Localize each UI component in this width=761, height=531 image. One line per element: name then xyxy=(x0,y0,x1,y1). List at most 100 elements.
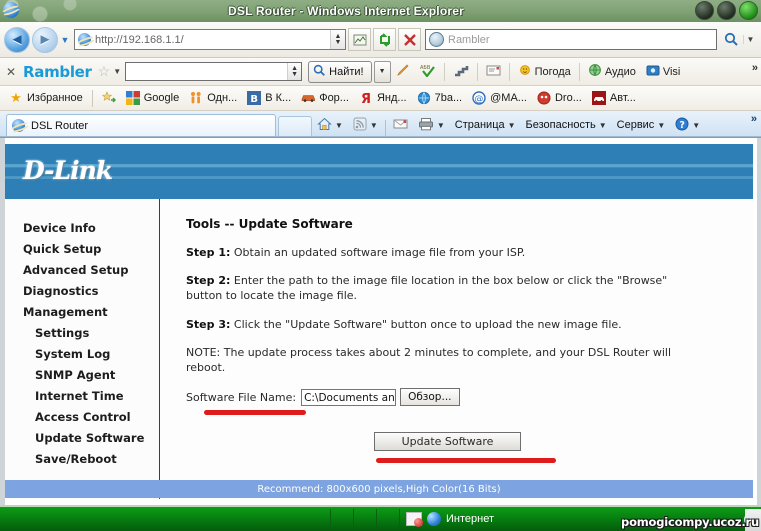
rambler-weather-item[interactable]: Погода xyxy=(513,63,576,80)
rambler-pencil-tool[interactable] xyxy=(391,63,415,80)
search-go-icon[interactable] xyxy=(719,28,743,51)
close-button[interactable] xyxy=(739,1,758,20)
page-viewport: D-Link Device Info Quick Setup Advanced … xyxy=(0,137,761,505)
rambler-stairs-tool[interactable] xyxy=(448,63,474,80)
blocked-content-icon[interactable] xyxy=(406,512,423,527)
sidebar-item-quick-setup[interactable]: Quick Setup xyxy=(5,238,159,259)
favorite-auto[interactable]: Авт... xyxy=(587,91,641,105)
favorite-yandex[interactable]: Я Янд... xyxy=(354,91,412,107)
rambler-find-button[interactable]: Найти! xyxy=(308,60,372,83)
toolbar-close-icon[interactable]: ✕ xyxy=(3,65,19,79)
favorite-google[interactable]: Google xyxy=(121,91,184,105)
compatibility-view-icon[interactable] xyxy=(348,28,371,51)
back-button[interactable]: ◄ xyxy=(4,26,30,53)
rambler-logo: Rambler xyxy=(23,62,92,81)
spellcheck-abv-icon: АБВ xyxy=(420,63,436,80)
maximize-button[interactable] xyxy=(717,1,736,20)
command-feeds[interactable]: ▼ xyxy=(348,114,383,136)
sidebar-item-access-control[interactable]: Access Control xyxy=(5,406,159,427)
zone-label: Интернет xyxy=(446,513,494,525)
tab-label: DSL Router xyxy=(31,119,89,132)
step-3-text: Click the "Update Software" button once … xyxy=(230,317,622,331)
toolbar-divider xyxy=(578,62,580,81)
search-box[interactable]: Rambler xyxy=(425,29,717,50)
command-divider xyxy=(384,120,386,136)
rambler-visi-item[interactable]: Visi xyxy=(641,64,686,80)
favorite-label: В К... xyxy=(265,92,292,104)
sidebar-item-save-reboot[interactable]: Save/Reboot xyxy=(5,448,159,469)
update-software-button[interactable]: Update Software xyxy=(374,432,521,452)
search-provider-caret-icon[interactable]: ▼ xyxy=(743,35,757,44)
add-favorite-button[interactable] xyxy=(97,91,121,105)
forward-button[interactable]: ► xyxy=(32,26,58,53)
browse-button[interactable]: Обзор... xyxy=(400,388,460,407)
address-dropdown-icon[interactable]: ▲ ▼ xyxy=(330,30,345,49)
favorite-7ba[interactable]: 7ba... xyxy=(412,91,468,105)
command-home[interactable]: ▼ xyxy=(312,114,348,136)
minimize-button[interactable] xyxy=(695,1,714,20)
search-input[interactable]: Rambler xyxy=(448,34,716,46)
toolbar-divider xyxy=(443,62,445,81)
rambler-search-spinner-icon[interactable]: ▲ ▼ xyxy=(287,63,302,80)
security-zone[interactable]: Интернет xyxy=(400,512,494,527)
favorites-bar: ★ Избранное Google Одн... B В К... Фор..… xyxy=(0,86,761,111)
status-cell-b xyxy=(354,509,377,529)
favorite-odnoklassniki[interactable]: Одн... xyxy=(184,91,242,105)
address-input[interactable]: http://192.168.1.1/ xyxy=(95,34,330,46)
rambler-note-tool[interactable] xyxy=(481,64,506,80)
command-mail[interactable] xyxy=(388,114,413,136)
sidebar-item-snmp-agent[interactable]: SNMP Agent xyxy=(5,364,159,385)
home-caret-icon[interactable]: ▼ xyxy=(335,121,343,130)
tools-caret-icon[interactable]: ▼ xyxy=(657,121,665,130)
favorites-button[interactable]: ★ Избранное xyxy=(4,91,88,105)
bookmark-caret-icon[interactable]: ▼ xyxy=(112,67,125,76)
command-print[interactable]: ▼ xyxy=(413,114,450,136)
favorites-label: Избранное xyxy=(27,92,83,104)
bookmark-star-icon[interactable]: ☆ xyxy=(96,63,113,80)
command-security[interactable]: Безопасность ▼ xyxy=(521,114,612,136)
command-page[interactable]: Страница ▼ xyxy=(450,114,521,136)
security-caret-icon[interactable]: ▼ xyxy=(599,121,607,130)
favorite-drom[interactable]: Dro... xyxy=(532,91,587,105)
page-label: Страница xyxy=(454,119,505,131)
sidebar-item-settings[interactable]: Settings xyxy=(5,322,159,343)
help-caret-icon[interactable]: ▼ xyxy=(692,121,700,130)
history-dropdown-icon[interactable]: ▼ xyxy=(58,35,72,45)
step-2: Step 2: Enter the path to the image file… xyxy=(186,273,681,303)
refresh-icon[interactable] xyxy=(373,28,396,51)
rambler-overflow-icon[interactable]: » xyxy=(752,62,758,74)
annotation-underline-file xyxy=(204,410,306,416)
rambler-find-caret-icon[interactable]: ▼ xyxy=(373,60,391,83)
sidebar-item-device-info[interactable]: Device Info xyxy=(5,217,159,238)
rss-feed-icon xyxy=(353,117,367,134)
toolbar-divider xyxy=(476,62,478,81)
visi-label: Visi xyxy=(662,65,681,78)
command-overflow-icon[interactable]: » xyxy=(751,113,757,125)
command-help[interactable]: ? ▼ xyxy=(670,114,705,136)
sidebar-item-update-software[interactable]: Update Software xyxy=(5,427,159,448)
tab-dsl-router[interactable]: DSL Router xyxy=(6,114,276,136)
command-tools[interactable]: Сервис ▼ xyxy=(612,114,671,136)
feeds-caret-icon[interactable]: ▼ xyxy=(370,121,378,130)
sidebar-item-management[interactable]: Management xyxy=(5,301,159,322)
address-bar[interactable]: http://192.168.1.1/ ▲ ▼ xyxy=(74,29,346,50)
sidebar-item-advanced-setup[interactable]: Advanced Setup xyxy=(5,259,159,280)
favorite-forum[interactable]: Фор... xyxy=(296,91,354,105)
sidebar-item-diagnostics[interactable]: Diagnostics xyxy=(5,280,159,301)
favorite-vkontakte[interactable]: B В К... xyxy=(242,91,296,105)
window-controls xyxy=(695,1,758,20)
router-sidebar: Device Info Quick Setup Advanced Setup D… xyxy=(5,199,160,499)
favorite-mailru[interactable]: @ @MA... xyxy=(467,91,532,105)
help-icon: ? xyxy=(675,117,689,134)
new-tab-button[interactable] xyxy=(278,116,312,136)
software-file-input[interactable]: C:\Documents an xyxy=(301,388,397,406)
sidebar-item-system-log[interactable]: System Log xyxy=(5,343,159,364)
rambler-spellcheck-tool[interactable]: АБВ xyxy=(415,63,441,80)
stop-icon[interactable] xyxy=(398,28,421,51)
page-caret-icon[interactable]: ▼ xyxy=(508,121,516,130)
find-magnifier-icon xyxy=(313,64,326,80)
print-caret-icon[interactable]: ▼ xyxy=(437,121,445,130)
sidebar-item-internet-time[interactable]: Internet Time xyxy=(5,385,159,406)
rambler-search-input[interactable]: ▲ ▼ xyxy=(125,62,303,81)
rambler-audio-item[interactable]: Аудио xyxy=(583,63,641,80)
